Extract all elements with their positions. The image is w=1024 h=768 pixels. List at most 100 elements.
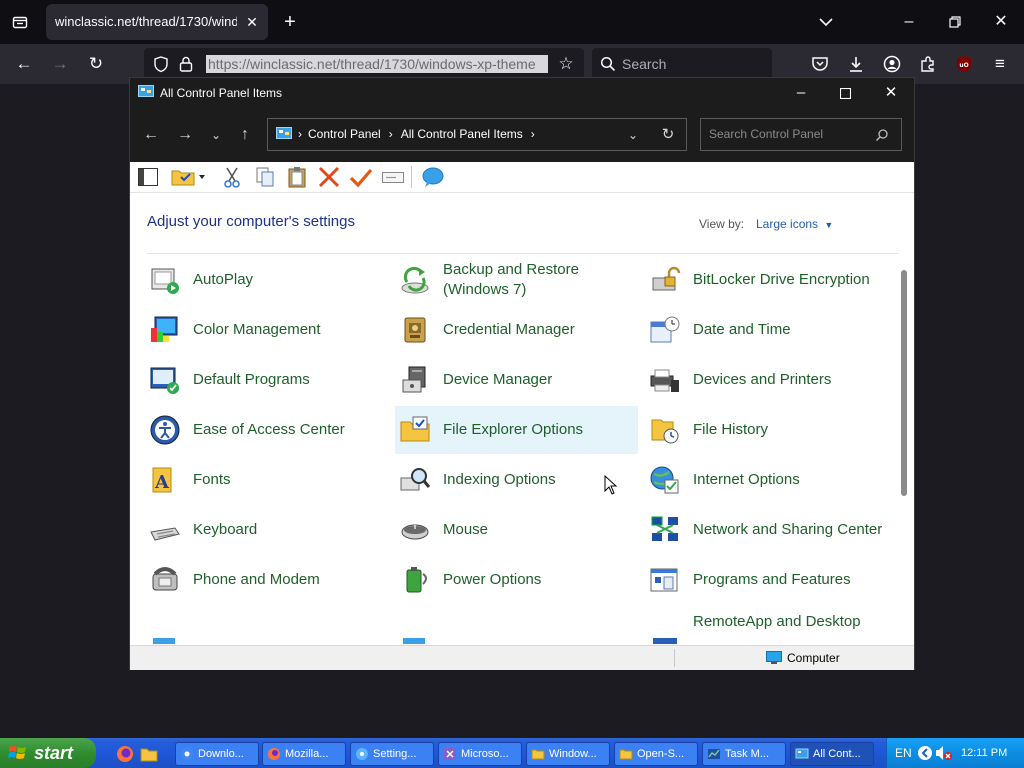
pocket-icon[interactable]: [806, 52, 834, 76]
control-panel-item[interactable]: [395, 606, 638, 644]
language-indicator[interactable]: EN: [895, 738, 912, 768]
forward-icon[interactable]: →: [46, 52, 74, 76]
control-panel-item[interactable]: Indexing Options: [395, 456, 638, 504]
new-tab-icon[interactable]: +: [278, 10, 302, 34]
tab-list-icon[interactable]: [8, 10, 32, 34]
settings-icon: [355, 747, 369, 761]
taskbar-button[interactable]: Setting...: [350, 742, 434, 766]
mouse-cursor-icon: [604, 474, 618, 495]
url-bar[interactable]: https://winclassic.net/thread/1730/windo…: [144, 48, 584, 80]
taskbar-button-label: Setting...: [373, 748, 417, 760]
up-icon[interactable]: ↑: [233, 124, 257, 146]
folder-options-icon[interactable]: [170, 165, 206, 189]
control-panel-item[interactable]: Phone and Modem: [145, 556, 388, 604]
computer-icon: [766, 651, 782, 665]
menu-icon[interactable]: ≡: [986, 52, 1014, 76]
address-bar[interactable]: › Control Panel › All Control Panel Items › …: [267, 118, 687, 151]
control-panel-item[interactable]: Color Management: [145, 306, 388, 354]
taskbar-button[interactable]: Task M...: [702, 742, 786, 766]
control-panel-item[interactable]: File Explorer Options: [395, 406, 638, 454]
search-bar[interactable]: Search: [592, 48, 772, 80]
taskbar-button[interactable]: Downlo...: [175, 742, 259, 766]
control-panel-item[interactable]: Programs and Features: [645, 556, 888, 604]
search-icon: [600, 56, 616, 72]
control-panel-item[interactable]: Default Programs: [145, 356, 388, 404]
control-panel-item[interactable]: Backup and Restore (Windows 7): [395, 256, 638, 304]
partial-icon: [399, 614, 431, 644]
reload-icon[interactable]: ↻: [82, 52, 110, 76]
control-panel-item[interactable]: Mouse: [395, 506, 638, 554]
account-icon[interactable]: [878, 52, 906, 76]
control-panel-item[interactable]: [145, 606, 388, 644]
address-dropdown-icon[interactable]: ⌄: [624, 125, 642, 145]
control-panel-item[interactable]: A Fonts: [145, 456, 388, 504]
tab-title: winclassic.net/thread/1730/windov: [55, 14, 237, 29]
windows-logo-icon: [8, 744, 28, 762]
search-icon[interactable]: [875, 128, 889, 142]
explorer-quicklaunch-icon[interactable]: [140, 745, 158, 763]
taskbar-button[interactable]: All Cont...: [790, 742, 874, 766]
back-icon[interactable]: ←: [10, 52, 38, 76]
downloads-icon[interactable]: [842, 52, 870, 76]
extensions-icon[interactable]: [914, 52, 942, 76]
copy-icon[interactable]: [253, 165, 277, 189]
control-panel-item[interactable]: Credential Manager: [395, 306, 638, 354]
control-panel-item[interactable]: Internet Options: [645, 456, 888, 504]
control-panel-item[interactable]: AutoPlay: [145, 256, 388, 304]
shield-icon[interactable]: [152, 55, 170, 73]
delete-icon[interactable]: [317, 165, 341, 189]
taskbar-button[interactable]: Window...: [526, 742, 610, 766]
tab-close-icon[interactable]: ✕: [242, 12, 262, 32]
control-panel-item[interactable]: Device Manager: [395, 356, 638, 404]
window-title-bar[interactable]: All Control Panel Items – ✕: [130, 78, 914, 108]
maximize-icon[interactable]: [822, 78, 868, 108]
control-panel-item[interactable]: File History: [645, 406, 888, 454]
control-panel-item[interactable]: Network and Sharing Center: [645, 506, 888, 554]
url-text[interactable]: https://winclassic.net/thread/1730/windo…: [206, 55, 548, 73]
volume-muted-icon[interactable]: [935, 745, 953, 761]
properties-check-icon[interactable]: [349, 165, 373, 189]
taskbar-button[interactable]: Microso...: [438, 742, 522, 766]
breadcrumb-control-panel[interactable]: Control Panel: [308, 127, 381, 141]
close-icon[interactable]: ✕: [986, 8, 1016, 36]
minimize-icon[interactable]: –: [894, 8, 924, 36]
rename-icon[interactable]: [381, 165, 405, 189]
control-panel-item-label: File History: [693, 421, 769, 438]
list-all-tabs-icon[interactable]: [812, 10, 840, 34]
control-panel-item[interactable]: BitLocker Drive Encryption: [645, 256, 888, 304]
refresh-icon[interactable]: ↻: [658, 125, 678, 145]
taskbar-button-label: Downlo...: [198, 748, 244, 760]
lock-icon[interactable]: [178, 55, 194, 73]
scrollbar-thumb[interactable]: [901, 270, 907, 496]
back-tray-icon[interactable]: [917, 745, 933, 761]
minimize-icon[interactable]: –: [778, 78, 824, 108]
chat-bubble-icon[interactable]: [421, 165, 445, 189]
breadcrumb-all-items[interactable]: All Control Panel Items: [401, 127, 523, 141]
restore-icon[interactable]: [940, 8, 970, 36]
taskbar-button[interactable]: Open-S...: [614, 742, 698, 766]
back-icon[interactable]: ←: [139, 124, 163, 146]
indexing-options-icon: [399, 464, 431, 496]
control-panel-item[interactable]: Power Options: [395, 556, 638, 604]
control-panel-item[interactable]: Ease of Access Center: [145, 406, 388, 454]
paste-icon[interactable]: [285, 165, 309, 189]
control-panel-item[interactable]: Date and Time: [645, 306, 888, 354]
control-panel-item[interactable]: RemoteApp and Desktop: [645, 606, 888, 644]
close-icon[interactable]: ✕: [868, 78, 914, 108]
control-panel-item[interactable]: Devices and Printers: [645, 356, 888, 404]
control-panel-item[interactable]: Keyboard: [145, 506, 388, 554]
control-panel-search-input[interactable]: Search Control Panel: [700, 118, 902, 151]
clock[interactable]: 12:11 PM: [961, 738, 1007, 768]
forward-icon[interactable]: →: [173, 124, 197, 146]
layout-pane-icon[interactable]: [136, 165, 160, 189]
view-by-dropdown[interactable]: Large icons ▼: [756, 217, 833, 231]
firefox-quicklaunch-icon[interactable]: [116, 745, 134, 763]
recent-locations-icon[interactable]: ⌄: [204, 124, 228, 146]
start-button[interactable]: start: [0, 738, 96, 768]
network-sharing-icon: [649, 514, 681, 546]
browser-tab[interactable]: winclassic.net/thread/1730/windov ✕: [46, 4, 268, 40]
cut-icon[interactable]: [220, 165, 244, 189]
bookmark-star-icon[interactable]: ☆: [556, 54, 576, 74]
taskbar-button[interactable]: Mozilla...: [262, 742, 346, 766]
ublock-origin-icon[interactable]: uO: [950, 52, 978, 76]
